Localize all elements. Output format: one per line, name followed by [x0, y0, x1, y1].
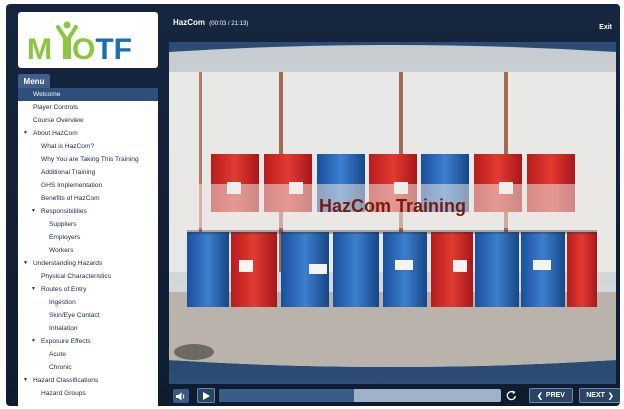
replay-icon	[506, 390, 516, 401]
sidebar-item-label: Benefits of HazCom	[41, 195, 100, 202]
sidebar-item-label: About HazCom	[33, 130, 78, 137]
sidebar-item[interactable]: Why You are Taking This Training	[18, 153, 158, 166]
sidebar-item[interactable]: Workers	[18, 244, 158, 257]
sidebar-item-label: Physical Characteristics	[41, 273, 111, 280]
sidebar-item[interactable]: Player Controls	[18, 101, 158, 114]
sidebar-item-label: Additional Training	[41, 169, 96, 176]
volume-button[interactable]	[173, 389, 189, 403]
play-button[interactable]	[197, 388, 215, 403]
expand-arrow-icon[interactable]: ▼	[23, 127, 28, 140]
progress-bar[interactable]	[219, 389, 501, 402]
sidebar-item-label: Acute	[49, 351, 66, 358]
sidebar-item[interactable]: Skin/Eye Contact	[18, 309, 158, 322]
menu-tab[interactable]: Menu	[18, 74, 50, 89]
sidebar-item[interactable]: ▼ Routes of Entry	[18, 283, 158, 296]
exit-button[interactable]: Exit	[599, 24, 612, 31]
sidebar-item-label: Inhalation	[49, 325, 78, 332]
speaker-icon	[176, 392, 185, 400]
sidebar-item[interactable]: Hazard Groups	[18, 387, 158, 400]
sidebar-item[interactable]: GHS Implementation	[18, 179, 158, 192]
replay-button[interactable]	[504, 389, 518, 402]
sidebar-item[interactable]: ▼ Responsibilities	[18, 205, 158, 218]
sidebar-item-label: Course Overview	[33, 117, 84, 124]
video-area[interactable]: HazCom Training	[169, 42, 616, 384]
sidebar-item[interactable]: Physical Characteristics	[18, 270, 158, 283]
sidebar-item-label: Routes of Entry	[41, 286, 87, 293]
myotf-logo: M OTF	[18, 12, 158, 68]
sidebar-item[interactable]: Course Overview	[18, 114, 158, 127]
course-menu: Welcome Player Controls Course Overview ▼ Ab…	[18, 88, 158, 406]
logo-text: M OTF	[27, 33, 132, 63]
video-caption: HazCom Training	[183, 184, 602, 228]
barrel-front-row	[187, 230, 597, 307]
sidebar-item[interactable]: Benefits of HazCom	[18, 192, 158, 205]
sidebar-item[interactable]: What is HazCom?	[18, 140, 158, 153]
sidebar-item-label: GHS Implementation	[41, 182, 103, 189]
sidebar-item[interactable]: Inhalation	[18, 322, 158, 335]
progress-fill	[219, 389, 355, 402]
expand-arrow-icon[interactable]: ▼	[23, 257, 28, 270]
sidebar-item-label: What is HazCom?	[41, 143, 95, 150]
sidebar-item-label: Workers	[49, 247, 74, 254]
sidebar-item[interactable]: ▼ Understanding Hazards	[18, 257, 158, 270]
course-title: HazCom (00:03 / 21:13)	[173, 18, 248, 27]
sidebar-item-label: Why You are Taking This Training	[41, 156, 139, 163]
chevron-left-icon: ❮	[537, 392, 543, 400]
play-icon	[202, 391, 210, 400]
expand-arrow-icon[interactable]: ▼	[31, 335, 36, 348]
next-button[interactable]: NEXT ❯	[579, 388, 620, 403]
logo-graphic: M OTF	[27, 21, 132, 63]
sidebar-item-label: Player Controls	[33, 104, 79, 111]
sidebar-item-label: Skin/Eye Contact	[49, 312, 100, 319]
sidebar-item[interactable]: Acute	[18, 348, 158, 361]
sidebar-item[interactable]: Ingestion	[18, 296, 158, 309]
sidebar-item[interactable]: ▼ About HazCom	[18, 127, 158, 140]
sidebar-item-label: Employers	[49, 234, 81, 241]
sidebar-item-label: Understanding Hazards	[33, 260, 103, 267]
sidebar-item-label: Ingestion	[49, 299, 76, 306]
course-player: M OTF HazCom (00:03 / 21:13) Exit Menu We…	[6, 4, 620, 406]
sidebar-item[interactable]: Suppliers	[18, 218, 158, 231]
sidebar-item[interactable]: Chronic	[18, 361, 158, 374]
sidebar-item-label: Hazard Groups	[41, 390, 86, 397]
prev-button[interactable]: ❮ PREV	[529, 388, 573, 403]
sidebar-item[interactable]: Welcome	[18, 88, 158, 101]
sidebar-item[interactable]: ▼ Hazard Classifications	[18, 374, 158, 387]
sidebar-item-label: Hazard Classifications	[33, 377, 99, 384]
sidebar-item-label: Chronic	[49, 364, 72, 371]
course-title-text: HazCom	[173, 18, 206, 27]
sidebar-item[interactable]: Additional Training	[18, 166, 158, 179]
prev-button-label: PREV	[545, 392, 565, 399]
sidebar-item-label: Exposure Effects	[41, 338, 91, 345]
expand-arrow-icon[interactable]: ▼	[31, 205, 36, 218]
chevron-right-icon: ❯	[607, 392, 614, 400]
sidebar-item[interactable]: ▼ Exposure Effects	[18, 335, 158, 348]
next-button-label: NEXT	[586, 392, 605, 399]
expand-arrow-icon[interactable]: ▼	[23, 374, 28, 387]
sidebar-item-label: Responsibilities	[41, 208, 87, 215]
expand-arrow-icon[interactable]: ▼	[31, 283, 36, 296]
sidebar-item[interactable]: Employers	[18, 231, 158, 244]
sidebar-item-label: Suppliers	[49, 221, 77, 228]
sidebar-item-label: Welcome	[33, 91, 61, 98]
playback-timestamp: (00:03 / 21:13)	[209, 21, 249, 27]
